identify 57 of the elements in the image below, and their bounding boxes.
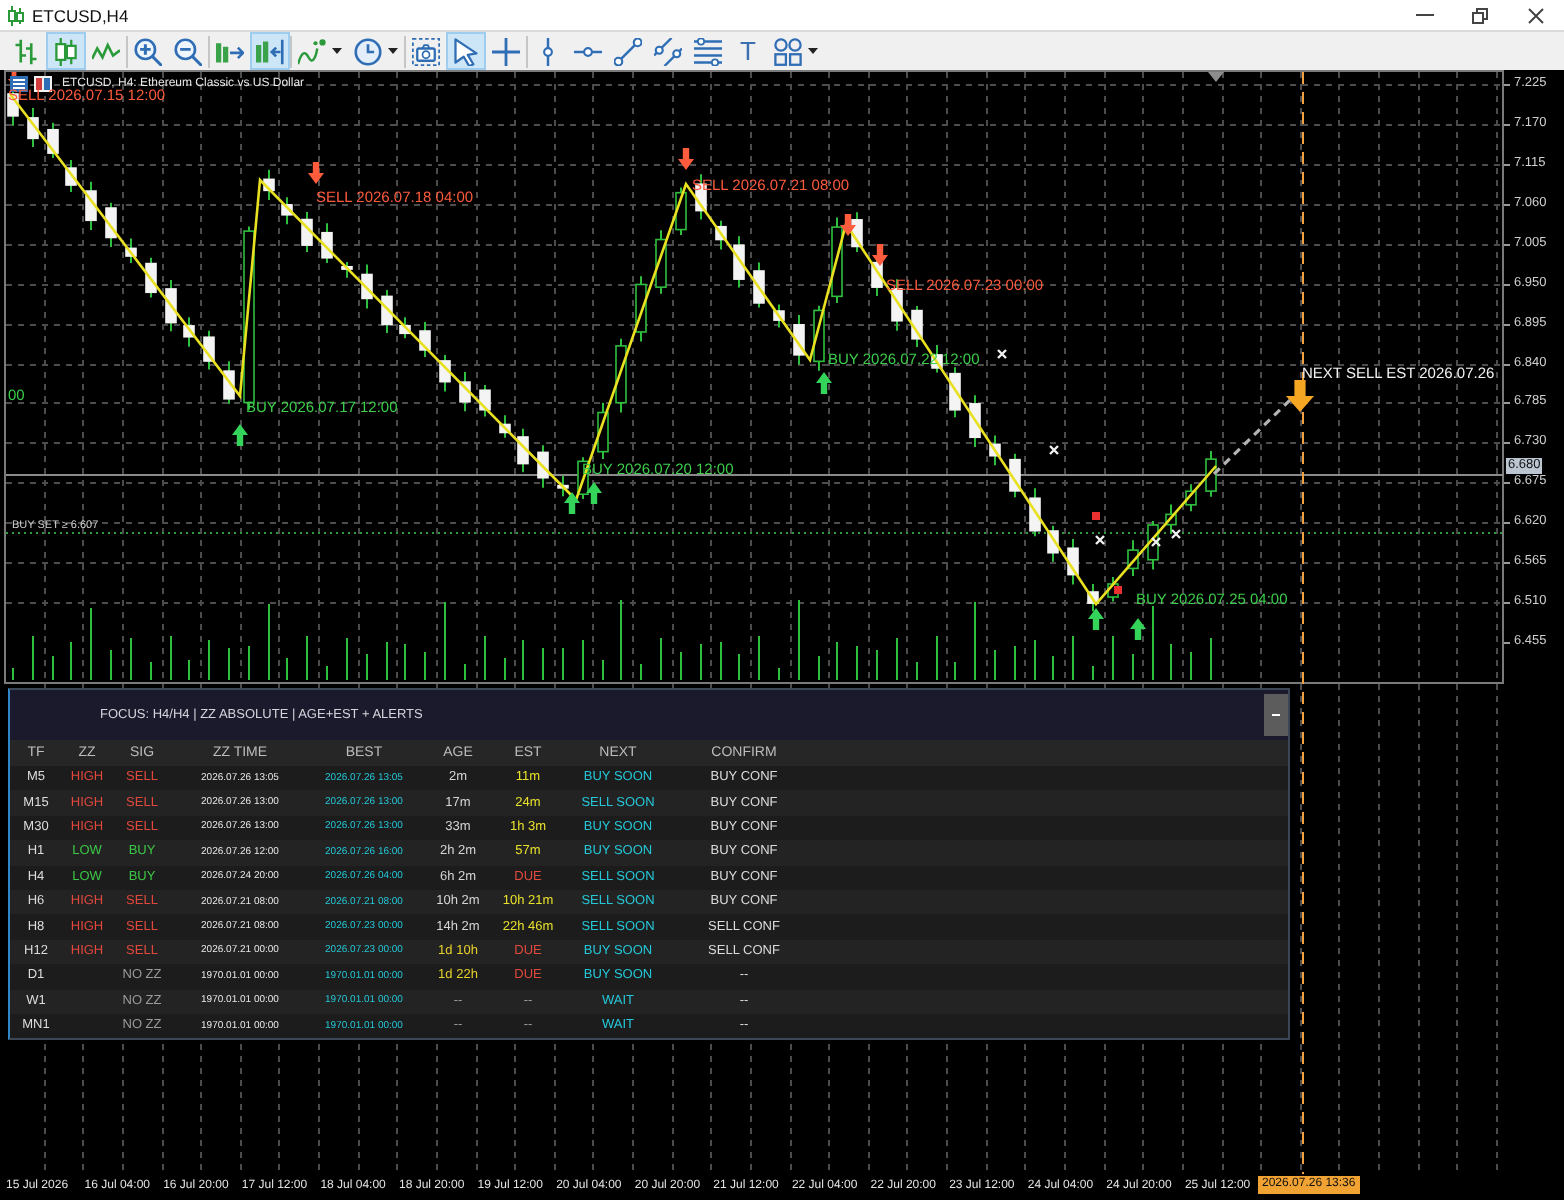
up-arrow-icon [564, 492, 580, 514]
channel-icon [654, 37, 682, 65]
zoom-out-button[interactable] [168, 32, 208, 70]
trendline-icon [614, 37, 642, 65]
cross-marker-icon [996, 348, 1008, 360]
indicator-list-icon [34, 76, 52, 92]
down-arrow-icon [1286, 380, 1314, 412]
auto-scroll-icon [216, 37, 244, 65]
zoom-out-icon [174, 37, 202, 65]
screenshot-button[interactable] [406, 32, 446, 70]
caret-icon [332, 48, 342, 54]
square-marker-icon [1114, 586, 1122, 594]
cursor-icon [452, 37, 480, 65]
down-arrow-icon [840, 214, 856, 236]
candlestick-icon [8, 5, 24, 25]
cross-marker-icon [1170, 528, 1182, 540]
chart-shift-button[interactable] [250, 32, 290, 70]
shapes-icon [774, 37, 802, 65]
chart-shift-icon [256, 37, 284, 65]
caret-icon [388, 48, 398, 54]
window-title: ETCUSD,H4 [32, 5, 129, 25]
cross-marker-icon [1094, 534, 1106, 546]
down-arrow-icon [872, 244, 888, 266]
bar-chart-icon [12, 37, 40, 65]
crosshair-icon [492, 37, 520, 65]
up-arrow-icon [816, 372, 832, 394]
cursor-button[interactable] [446, 32, 486, 70]
periods-button[interactable] [348, 32, 404, 70]
trendline-button[interactable] [608, 32, 648, 70]
up-arrow-icon [232, 424, 248, 446]
line-chart-icon [92, 37, 120, 65]
clock-icon [354, 37, 382, 65]
minimize-icon [1415, 14, 1433, 16]
projection-line [1212, 398, 1292, 476]
up-arrow-icon [586, 482, 602, 504]
crosshair-button[interactable] [486, 32, 526, 70]
cross-marker-icon [1150, 536, 1162, 548]
up-arrow-icon [1088, 608, 1104, 630]
fibonacci-button[interactable] [688, 32, 728, 70]
shapes-button[interactable] [768, 32, 824, 70]
zoom-in-icon [134, 37, 162, 65]
text-tool-button[interactable]: T [728, 32, 768, 70]
fibonacci-lines-icon [694, 37, 722, 65]
down-arrow-icon [308, 162, 324, 184]
minimize-icon [1272, 714, 1280, 716]
camera-icon [412, 37, 440, 65]
zoom-in-button[interactable] [128, 32, 168, 70]
square-marker-icon [1092, 512, 1100, 520]
up-arrow-icon [1130, 618, 1146, 640]
cross-marker-icon [1048, 444, 1060, 456]
restore-icon [1472, 7, 1488, 23]
close-icon [1528, 7, 1544, 23]
caret-icon [808, 48, 818, 54]
indicator-curve-icon [298, 37, 326, 65]
down-arrow-icon [678, 148, 694, 170]
candlestick-button[interactable] [46, 32, 86, 70]
candlestick-icon [52, 37, 80, 65]
